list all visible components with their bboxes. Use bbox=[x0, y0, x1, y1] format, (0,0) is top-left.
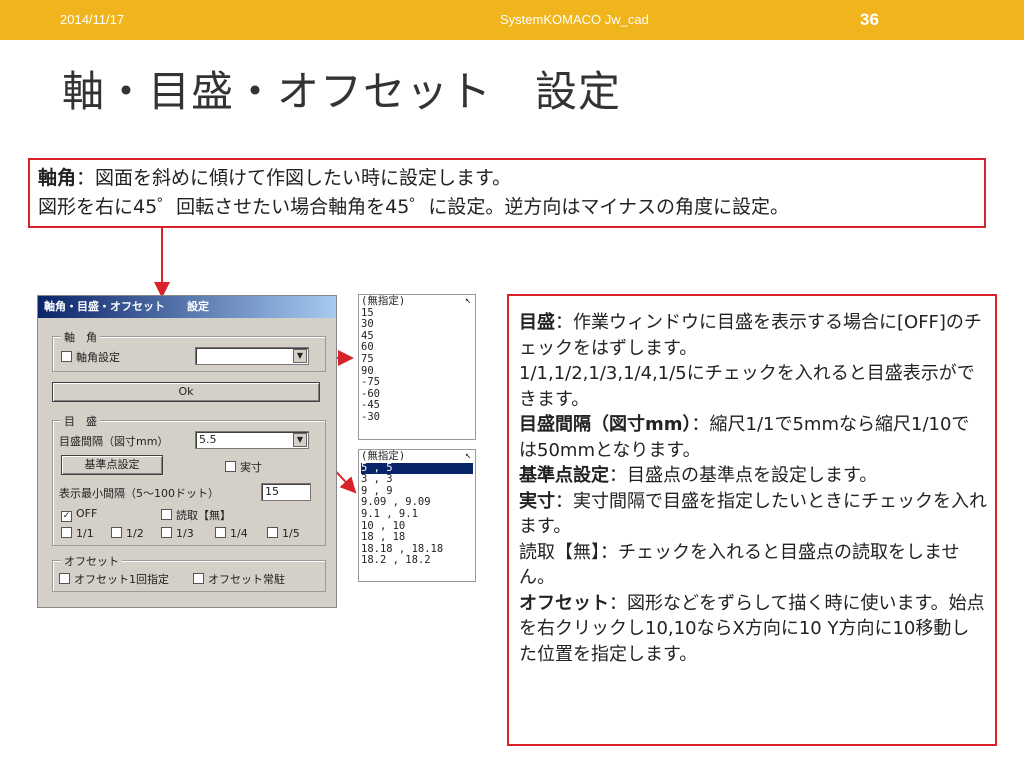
offset-always-checkbox[interactable]: オフセット常駐 bbox=[193, 571, 285, 587]
scale-group: 目 盛 目盛間隔（図寸mm） 5.5 ▼ 基準点設定 実寸 表示最小間隔（5～1… bbox=[52, 413, 326, 546]
offset-always-label: オフセット常駐 bbox=[208, 573, 285, 586]
scale-interval-input[interactable]: 5.5 bbox=[195, 431, 309, 449]
scale-interval-label: 目盛間隔（図寸mm） bbox=[59, 435, 169, 448]
offset-term: オフセット bbox=[519, 592, 609, 614]
ratio-checkbox-1-4[interactable]: 1/4 bbox=[215, 527, 248, 540]
base-term: 基準点設定 bbox=[519, 465, 609, 486]
offset-group: オフセット オフセット1回指定 オフセット常駐 bbox=[52, 553, 326, 592]
base-point-button[interactable]: 基準点設定 bbox=[61, 455, 163, 475]
axis-group-label: 軸 角 bbox=[61, 329, 100, 345]
chevron-down-icon[interactable]: ▼ bbox=[293, 349, 307, 363]
list-item[interactable]: 60 bbox=[361, 342, 473, 354]
ratio-label: 1/4 bbox=[230, 527, 248, 540]
read-text: 読取【無】：チェックを入れると目盛点の読取をしません。 bbox=[519, 541, 960, 589]
scale-text: ：作業ウィンドウに目盛を表示する場合に[OFF]のチェックをはずします。 bbox=[519, 312, 982, 359]
scale-text2: 1/1,1/2,1/3,1/4,1/5にチェックを入れると目盛表示ができます。 bbox=[519, 363, 975, 410]
read-checkbox[interactable]: 読取【無】 bbox=[161, 507, 231, 523]
ratio-checkbox-1-1[interactable]: 1/1 bbox=[61, 527, 94, 540]
ok-button[interactable]: Ok bbox=[52, 382, 320, 402]
ratio-checkbox-1-5[interactable]: 1/5 bbox=[267, 527, 300, 540]
off-label: OFF bbox=[76, 507, 98, 520]
list-item[interactable]: 9.1 , 9.1 bbox=[361, 508, 473, 521]
scale-dropdown-list[interactable]: ↖ (無指定) 5 , 53 , 39 , 9 9.09 , 9.09 9.1 , 9… bbox=[358, 449, 476, 582]
axis-setting-label: 軸角設定 bbox=[76, 351, 120, 364]
list-item[interactable]: (無指定) bbox=[361, 295, 473, 308]
list-item[interactable]: 30 bbox=[361, 319, 473, 331]
dialog-caption: 軸角・目盛・オフセット 設定 bbox=[38, 296, 336, 318]
cursor-icon: ↖ bbox=[465, 295, 472, 306]
ratio-label: 1/5 bbox=[282, 527, 300, 540]
cursor-icon: ↖ bbox=[465, 450, 472, 461]
off-checkbox[interactable]: ✓ OFF bbox=[61, 507, 97, 522]
list-item[interactable]: 18.2 , 18.2 bbox=[361, 555, 473, 567]
axis-group: 軸 角 軸角設定 ▼ bbox=[52, 329, 326, 372]
axis-setting-checkbox[interactable]: 軸角設定 bbox=[61, 349, 120, 365]
list-item[interactable]: 45 bbox=[361, 330, 473, 343]
actual-term: 実寸 bbox=[519, 490, 555, 512]
ratio-checkbox-1-3[interactable]: 1/3 bbox=[161, 527, 194, 540]
actual-text: ：実寸間隔で目盛を指定したいときにチェックを入れます。 bbox=[519, 490, 987, 538]
ratio-checkbox-1-2[interactable]: 1/2 bbox=[111, 527, 144, 540]
list-item[interactable]: 15 bbox=[361, 307, 473, 320]
offset-once-label: オフセット1回指定 bbox=[74, 573, 169, 586]
min-interval-label: 表示最小間隔（5～100ドット） bbox=[59, 487, 219, 500]
actual-size-label: 実寸 bbox=[240, 461, 262, 474]
base-text: ：目盛点の基準点を設定します。 bbox=[609, 465, 878, 486]
actual-size-checkbox[interactable]: 実寸 bbox=[225, 459, 262, 475]
ratio-label: 1/2 bbox=[126, 527, 144, 540]
axis-scale-offset-dialog: 軸角・目盛・オフセット 設定 軸 角 軸角設定 ▼ Ok 目 盛 目盛間隔（図寸… bbox=[37, 295, 337, 608]
ratio-label: 1/1 bbox=[76, 527, 94, 540]
angle-dropdown-list[interactable]: ↖ (無指定) 15 30 45 60 75 90 -75 -60 -45 -30 bbox=[358, 294, 476, 440]
interval-term: 目盛間隔（図寸mm） bbox=[519, 414, 692, 435]
scale-term: 目盛 bbox=[519, 312, 555, 333]
list-item[interactable]: 75 bbox=[361, 353, 473, 366]
list-item[interactable]: -30 bbox=[361, 411, 473, 424]
scale-group-label: 目 盛 bbox=[61, 413, 100, 429]
min-interval-input[interactable]: 15 bbox=[261, 483, 311, 501]
list-item[interactable]: -75 bbox=[361, 377, 473, 389]
list-item[interactable]: (無指定) bbox=[361, 450, 473, 463]
ratio-label: 1/3 bbox=[176, 527, 194, 540]
offset-once-checkbox[interactable]: オフセット1回指定 bbox=[59, 571, 169, 587]
offset-group-label: オフセット bbox=[61, 553, 122, 569]
chevron-down-icon[interactable]: ▼ bbox=[293, 433, 307, 447]
scale-notes-box: 目盛：作業ウィンドウに目盛を表示する場合に[OFF]のチェックをはずします。 1… bbox=[507, 294, 997, 746]
list-item[interactable]: 18 , 18 bbox=[361, 532, 473, 544]
read-label: 読取【無】 bbox=[176, 509, 231, 522]
axis-angle-select[interactable] bbox=[195, 347, 309, 365]
